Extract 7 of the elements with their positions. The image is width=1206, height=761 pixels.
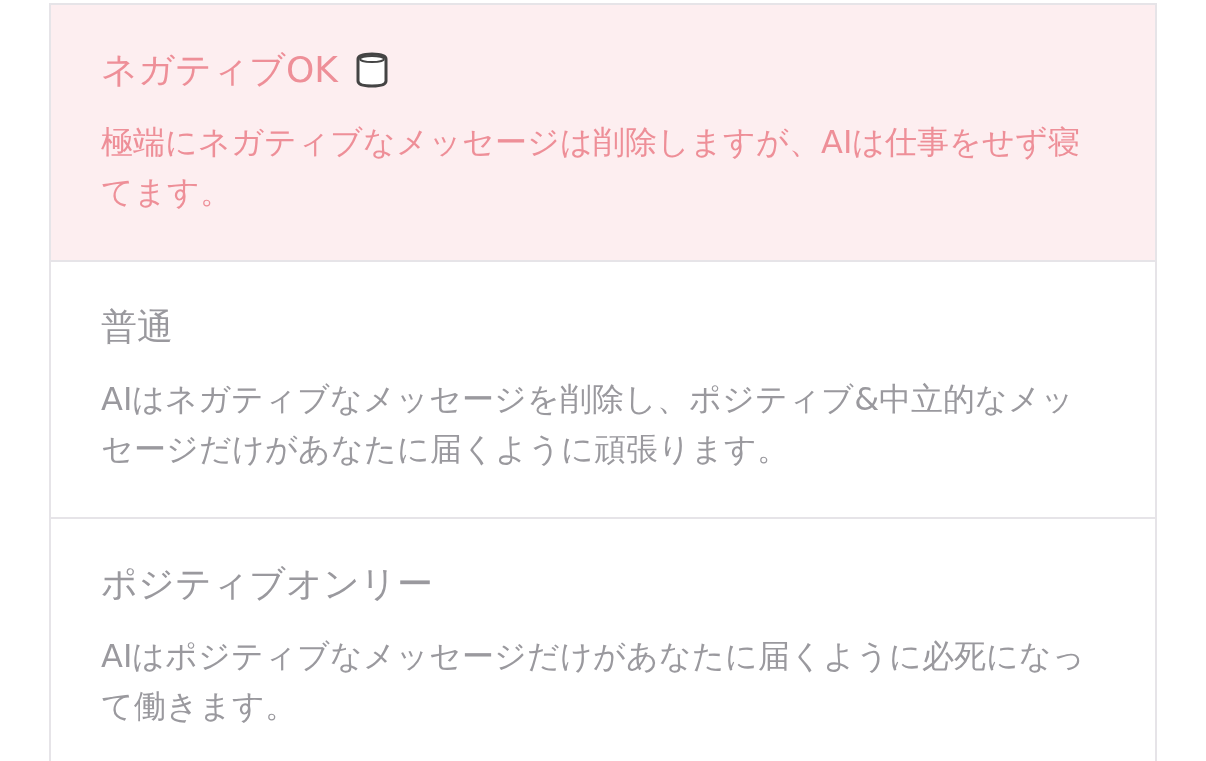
option-description: AIはネガティブなメッセージを削除し、ポジティブ&中立的なメッセージだけがあなたに届くように頑張ります。 [101,379,1076,470]
option-title: ポジティブオンリー [101,562,433,606]
option-description: 極端にネガティブなメッセージは削除しますが、AIは仕事をせず寝てます。 [101,122,1082,213]
option-item[interactable]: ネガティブOK 極端にネガティブなメッセージは削除しますが、AIは仕事をせず寝てます。 [51,5,1155,262]
option-title: ネガティブOK [101,48,338,92]
option-title: 普通 [101,305,173,349]
option-description: AIはポジティブなメッセージだけがあなたに届くように必死になって働きます。 [101,636,1087,727]
